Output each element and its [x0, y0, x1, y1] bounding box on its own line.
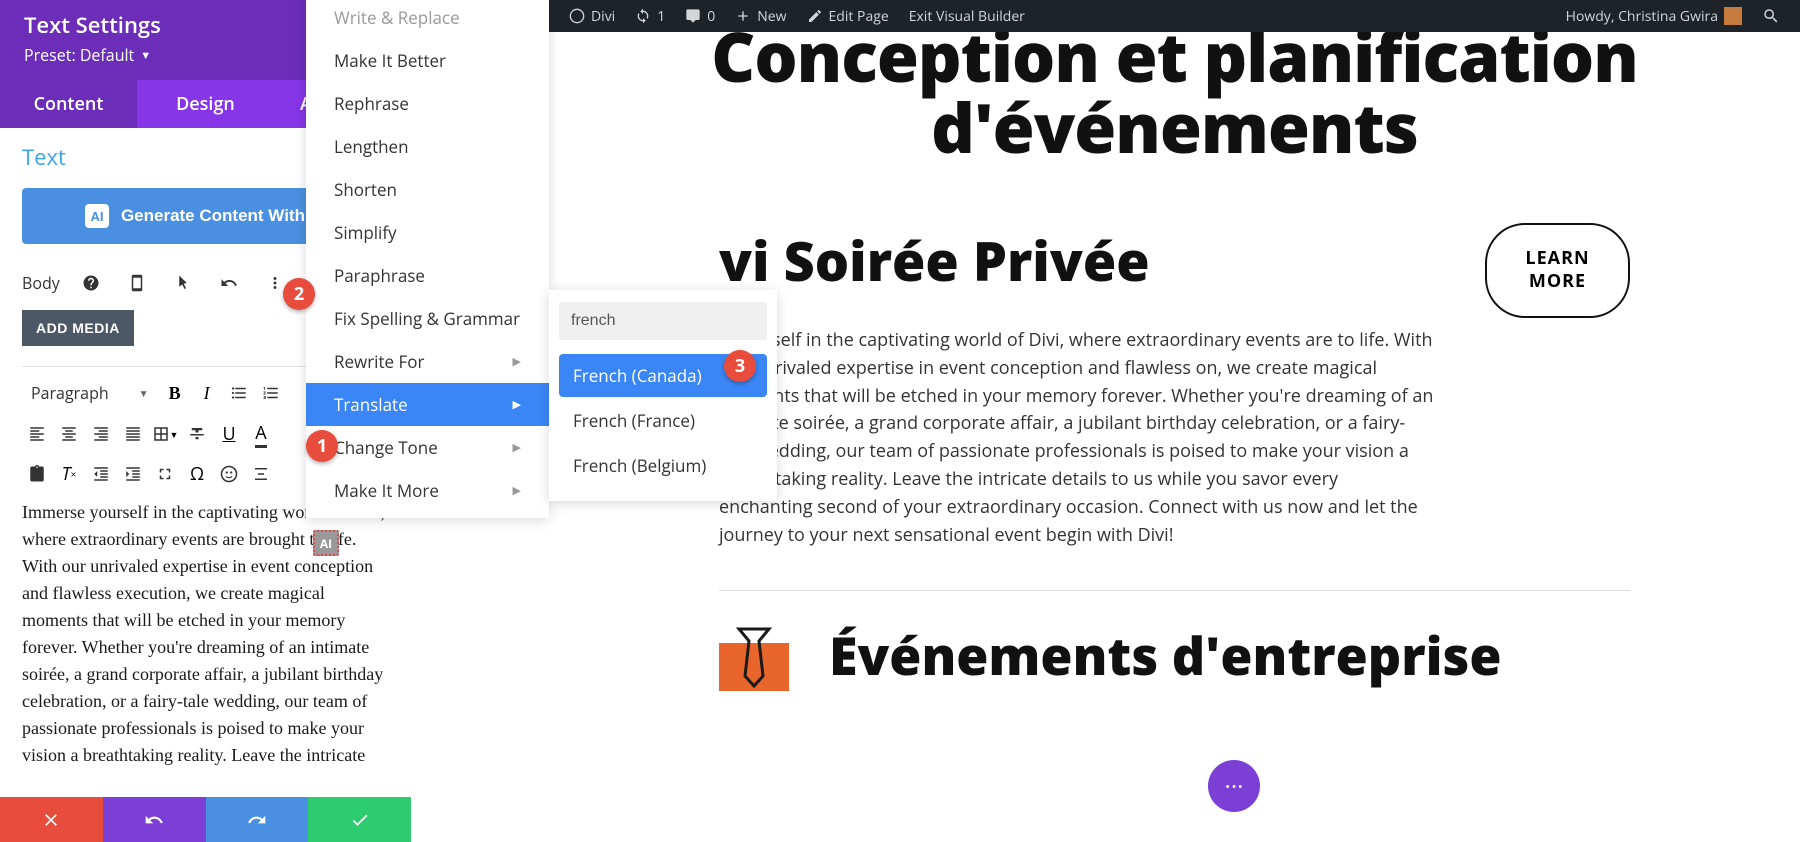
menu-simplify[interactable]: Simplify	[306, 211, 549, 254]
align-right-button[interactable]	[86, 419, 116, 449]
admin-bar-exit[interactable]: Exit Visual Builder	[899, 7, 1035, 26]
emoji-button[interactable]	[214, 459, 244, 489]
comment-icon	[685, 8, 701, 24]
admin-bar-exit-label: Exit Visual Builder	[909, 7, 1025, 26]
save-button[interactable]	[308, 797, 411, 842]
sidebar-bottom-bar	[0, 797, 411, 842]
chevron-right-icon: ▶	[513, 354, 521, 369]
align-left-button[interactable]	[22, 419, 52, 449]
chat-fab-button[interactable]: ···	[1208, 760, 1260, 812]
preview-heading: Conception et planification d'événements	[589, 32, 1760, 163]
learn-more-button[interactable]: LEARN MORE	[1485, 223, 1630, 318]
option-french-france[interactable]: French (France)	[559, 399, 767, 442]
menu-rewrite-for[interactable]: Rewrite For▶	[306, 340, 549, 383]
ai-badge-icon: AI	[85, 204, 109, 228]
divider	[719, 590, 1630, 591]
option-french-belgium[interactable]: French (Belgium)	[559, 444, 767, 487]
special-char-button[interactable]: Ω	[182, 459, 212, 489]
menu-change-tone[interactable]: Change Tone▶	[306, 426, 549, 469]
menu-write-replace[interactable]: Write & Replace	[306, 0, 549, 39]
admin-bar-edit-label: Edit Page	[829, 7, 889, 26]
language-search-input[interactable]	[559, 302, 767, 340]
strikethrough-button[interactable]	[182, 419, 212, 449]
admin-bar-edit-page[interactable]: Edit Page	[797, 7, 899, 26]
admin-bar-divi[interactable]: Divi	[559, 7, 625, 26]
menu-fix-spelling[interactable]: Fix Spelling & Grammar	[306, 297, 549, 340]
translate-submenu: French (Canada) French (France) French (…	[549, 290, 777, 501]
table-button[interactable]: ▼	[150, 419, 180, 449]
preview-section2-title: Événements d'entreprise	[829, 629, 1502, 684]
italic-button[interactable]: I	[192, 378, 222, 408]
menu-translate[interactable]: Translate▶	[306, 383, 549, 426]
preview-paragraph: e yourself in the captivating world of D…	[719, 327, 1435, 550]
collapse-icon[interactable]	[246, 459, 276, 489]
format-label: Paragraph	[31, 382, 109, 404]
numbered-list-button[interactable]	[256, 378, 286, 408]
chevron-down-icon: ▼	[140, 48, 151, 63]
align-justify-button[interactable]	[118, 419, 148, 449]
text-color-button[interactable]: A	[246, 419, 276, 449]
wp-admin-bar: Divi 1 0 New Edit Page Exit Visual Build…	[549, 0, 1800, 32]
body-label: Body	[22, 272, 60, 294]
tab-design[interactable]: Design	[137, 80, 274, 128]
format-select[interactable]: Paragraph ▼	[22, 377, 158, 409]
menu-lengthen[interactable]: Lengthen	[306, 125, 549, 168]
align-center-button[interactable]	[54, 419, 84, 449]
undo-button[interactable]	[103, 797, 206, 842]
plus-icon	[735, 8, 751, 24]
annotation-1: 1	[306, 430, 338, 462]
avatar	[1724, 7, 1742, 25]
generate-label: Generate Content With AI	[121, 206, 326, 226]
chevron-right-icon: ▶	[513, 397, 521, 412]
admin-bar-search[interactable]	[1752, 7, 1790, 25]
preview-section-title: vi Soirée Privée	[719, 223, 1435, 297]
redo-button[interactable]	[206, 797, 309, 842]
menu-shorten[interactable]: Shorten	[306, 168, 549, 211]
sidebar-preset-label: Preset: Default	[24, 44, 134, 66]
admin-bar-user[interactable]: Howdy, Christina Gwira	[1556, 7, 1752, 26]
admin-bar-howdy: Howdy, Christina Gwira	[1566, 7, 1718, 26]
chevron-right-icon: ▶	[513, 483, 521, 498]
pencil-icon	[807, 8, 823, 24]
annotation-3: 3	[724, 350, 756, 382]
paste-button[interactable]	[22, 459, 52, 489]
admin-bar-divi-label: Divi	[591, 7, 615, 26]
tie-icon	[719, 621, 789, 691]
bold-button[interactable]: B	[160, 378, 190, 408]
cursor-icon[interactable]	[168, 268, 198, 298]
admin-bar-updates-count: 1	[657, 7, 665, 26]
close-button[interactable]	[0, 797, 103, 842]
annotation-2: 2	[283, 278, 315, 310]
outdent-button[interactable]	[86, 459, 116, 489]
chevron-right-icon: ▶	[513, 440, 521, 455]
admin-bar-comments[interactable]: 0	[675, 7, 725, 26]
ai-marker-icon[interactable]: AI	[313, 530, 339, 556]
ai-actions-menu: Write & Replace Make It Better Rephrase …	[306, 0, 549, 518]
menu-make-more[interactable]: Make It More▶	[306, 469, 549, 512]
menu-rephrase[interactable]: Rephrase	[306, 82, 549, 125]
indent-button[interactable]	[118, 459, 148, 489]
help-icon[interactable]	[76, 268, 106, 298]
mobile-icon[interactable]	[122, 268, 152, 298]
bullet-list-button[interactable]	[224, 378, 254, 408]
search-icon	[1762, 7, 1780, 25]
undo-icon[interactable]	[214, 268, 244, 298]
admin-bar-new-label: New	[757, 7, 786, 26]
tab-content[interactable]: Content	[0, 80, 137, 128]
clear-format-button[interactable]: T×	[54, 459, 84, 489]
admin-bar-new[interactable]: New	[725, 7, 796, 26]
add-media-button[interactable]: ADD MEDIA	[22, 310, 134, 346]
refresh-icon	[635, 8, 651, 24]
divi-icon	[569, 8, 585, 24]
underline-button[interactable]: U	[214, 419, 244, 449]
admin-bar-comments-count: 0	[707, 7, 715, 26]
fullscreen-button[interactable]	[150, 459, 180, 489]
chevron-down-icon: ▼	[139, 386, 149, 400]
menu-paraphrase[interactable]: Paraphrase	[306, 254, 549, 297]
menu-make-better[interactable]: Make It Better	[306, 39, 549, 82]
admin-bar-updates[interactable]: 1	[625, 7, 675, 26]
